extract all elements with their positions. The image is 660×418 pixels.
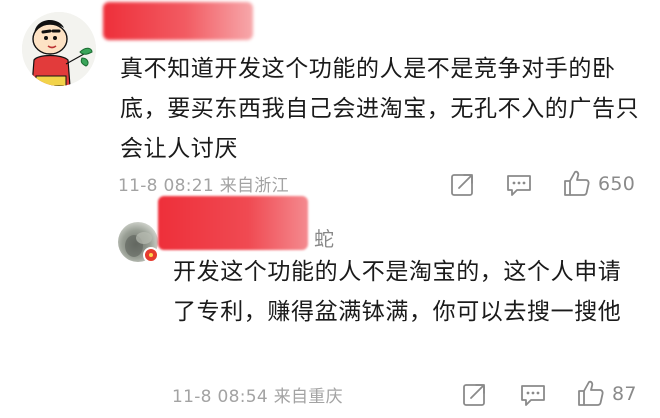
- share-icon[interactable]: [450, 171, 476, 201]
- thumbs-up-icon[interactable]: [576, 378, 606, 412]
- avatar[interactable]: [22, 12, 96, 86]
- verified-badge-icon: [143, 247, 159, 263]
- reply-text: 开发这个功能的人不是淘宝的，这个人申请了专利，赚得盆满钵满，你可以去搜一搜他: [173, 259, 622, 325]
- reply-actions: 87: [0, 378, 660, 412]
- comment-icon[interactable]: [519, 382, 547, 412]
- comment-text: 真不知道开发这个功能的人是不是竞争对手的卧底，要买东西我自己会进淘宝，无孔不入的…: [120, 56, 640, 162]
- reply-username-redaction: [158, 196, 308, 250]
- like-count: 650: [598, 173, 636, 195]
- share-icon[interactable]: [462, 381, 488, 411]
- like-count: 87: [612, 383, 637, 405]
- comment-icon[interactable]: [505, 172, 533, 202]
- cartoon-boy-avatar-icon: [22, 12, 96, 86]
- username-redaction: [103, 2, 253, 40]
- thumbs-up-icon[interactable]: [562, 168, 592, 202]
- reply-username-tail: 蛇: [314, 227, 334, 251]
- comment-actions: 650: [0, 168, 660, 202]
